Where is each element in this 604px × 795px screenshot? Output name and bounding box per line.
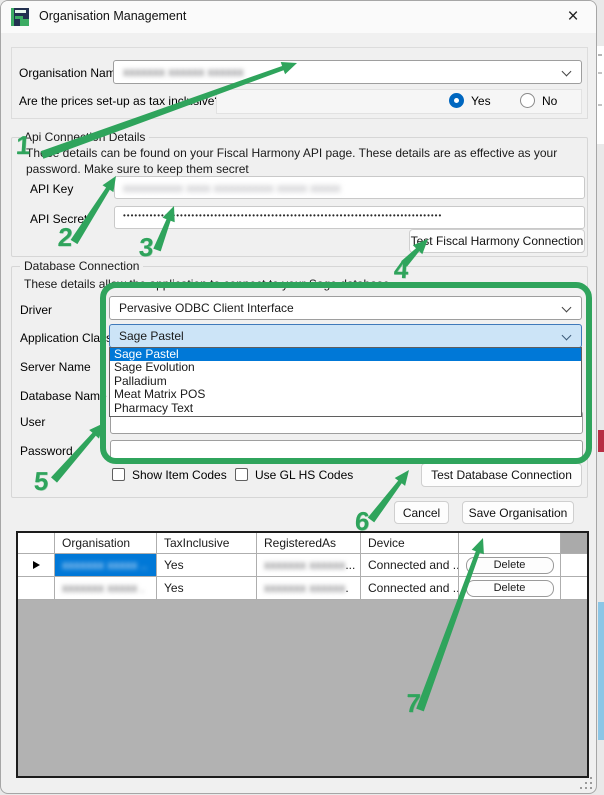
- api-secret-field[interactable]: ••••••••••••••••••••••••••••••••••••••••…: [114, 206, 585, 229]
- api-secret-dots: ••••••••••••••••••••••••••••••••••••••••…: [123, 211, 443, 220]
- blurred-text: xxxxxxx xxxxxx: [264, 558, 346, 572]
- no-radio[interactable]: [520, 93, 535, 108]
- column-header-registeredas[interactable]: RegisteredAs: [257, 533, 360, 553]
- organisation-cell[interactable]: xxxxxxx xxxxx ..: [55, 554, 156, 576]
- organisation-name-label: Organisation Name: [19, 66, 123, 80]
- background-window-sliver: [597, 46, 604, 144]
- dropdown-option[interactable]: Meat Matrix POS: [110, 387, 581, 401]
- column-header-organisation[interactable]: Organisation: [55, 533, 156, 553]
- db-group-title: Database Connection: [20, 259, 144, 273]
- test-database-connection-button[interactable]: Test Database Connection: [421, 463, 582, 487]
- dropdown-option[interactable]: Palladium: [110, 374, 581, 388]
- delete-cell: Delete: [459, 577, 560, 599]
- application-class-combobox[interactable]: Sage Pastel: [109, 324, 582, 348]
- table-empty-area: [18, 600, 587, 776]
- blurred-text: xxxxxxx xxxxx .: [62, 581, 145, 595]
- column-header-taxinclusive[interactable]: TaxInclusive: [157, 533, 256, 553]
- driver-combobox[interactable]: Pervasive ODBC Client Interface: [109, 296, 582, 320]
- password-field[interactable]: [110, 440, 583, 463]
- api-group-title: Api Connection Details: [20, 130, 150, 144]
- device-cell: Connected and ...: [361, 577, 458, 599]
- truncation-dots: ...: [345, 558, 356, 572]
- header-filler: [561, 533, 587, 553]
- truncation-dots: .: [345, 581, 349, 595]
- yes-radio-label: Yes: [471, 94, 491, 108]
- taxinclusive-cell: Yes: [157, 554, 256, 576]
- organisation-management-dialog: Organisation Management × Organisation N…: [0, 0, 597, 794]
- chevron-down-icon: [561, 302, 572, 313]
- show-item-codes-checkbox[interactable]: [112, 468, 125, 481]
- taxinclusive-cell: Yes: [157, 577, 256, 599]
- organisation-cell[interactable]: xxxxxxx xxxxx .: [55, 577, 156, 599]
- dropdown-option[interactable]: Pharmacy Text: [110, 401, 581, 415]
- delete-cell: Delete: [459, 554, 560, 576]
- api-key-field[interactable]: xxxxxxxxxx xxxx xxxxxxxxxx xxxxx xxxxx: [114, 176, 585, 199]
- registeredas-cell: xxxxxxx xxxxxx.: [257, 577, 360, 599]
- row-filler: [561, 577, 587, 599]
- close-button[interactable]: ×: [556, 4, 590, 30]
- test-fiscal-harmony-button[interactable]: Test Fiscal Harmony Connection: [409, 229, 585, 253]
- current-row-arrow-icon: [32, 561, 40, 569]
- application-class-dropdown-list: Sage Pastel Sage Evolution Palladium Mea…: [109, 347, 582, 417]
- blurred-text: xxxxxxx xxxxx ..: [62, 558, 148, 572]
- row-selector-cell[interactable]: [18, 577, 54, 599]
- organisation-name-combobox[interactable]: xxxxxxx xxxxxx xxxxxx: [113, 60, 582, 84]
- column-header-device[interactable]: Device: [361, 533, 458, 553]
- organisations-table: Organisation TaxInclusive RegisteredAs D…: [16, 531, 589, 778]
- application-class-value: Sage Pastel: [119, 329, 184, 343]
- window-title: Organisation Management: [39, 9, 187, 23]
- yes-radio[interactable]: [449, 93, 464, 108]
- api-description: These details can be found on your Fisca…: [26, 146, 558, 176]
- resize-grip[interactable]: [580, 777, 592, 789]
- no-radio-label: No: [542, 94, 558, 108]
- organisation-name-value-blurred: xxxxxxx xxxxxx xxxxxx: [123, 65, 244, 79]
- server-name-label: Server Name: [20, 360, 91, 374]
- use-gl-hs-codes-checkbox[interactable]: [235, 468, 248, 481]
- cancel-button[interactable]: Cancel: [394, 501, 449, 524]
- delete-button[interactable]: Delete: [465, 556, 554, 574]
- registeredas-cell: xxxxxxx xxxxxx...: [257, 554, 360, 576]
- row-selector-header: [18, 533, 54, 553]
- user-label: User: [20, 415, 46, 429]
- application-class-label: Application Class: [20, 331, 113, 345]
- db-description: These details allow the application to c…: [24, 277, 390, 291]
- row-selector-cell[interactable]: [18, 554, 54, 576]
- title-bar: Organisation Management ×: [1, 1, 596, 33]
- api-secret-label: API Secret: [30, 212, 88, 226]
- tax-inclusive-question: Are the prices set-up as tax inclusive?: [19, 94, 222, 108]
- api-key-value-blurred: xxxxxxxxxx xxxx xxxxxxxxxx xxxxx xxxxx: [123, 181, 341, 195]
- blurred-text: xxxxxxx xxxxxx: [264, 581, 346, 595]
- row-filler: [561, 554, 587, 576]
- driver-value: Pervasive ODBC Client Interface: [119, 301, 294, 315]
- chevron-down-icon: [561, 66, 572, 77]
- device-cell: Connected and ...: [361, 554, 458, 576]
- save-organisation-button[interactable]: Save Organisation: [462, 501, 574, 524]
- database-name-label: Database Name: [20, 389, 107, 403]
- background-window-sliver: [598, 430, 604, 452]
- dropdown-option[interactable]: Sage Evolution: [110, 361, 581, 375]
- delete-button[interactable]: Delete: [465, 579, 554, 597]
- api-key-label: API Key: [30, 182, 74, 196]
- table-header-row: Organisation TaxInclusive RegisteredAs D…: [18, 533, 587, 554]
- table-row: xxxxxxx xxxxx .. Yes xxxxxxx xxxxxx... C…: [18, 554, 587, 577]
- chevron-down-icon: [561, 330, 572, 341]
- password-label: Password: [20, 444, 73, 458]
- column-header-actions: [459, 533, 560, 553]
- show-item-codes-label: Show Item Codes: [132, 468, 227, 482]
- dropdown-option[interactable]: Sage Pastel: [110, 347, 581, 362]
- table-row: xxxxxxx xxxxx . Yes xxxxxxx xxxxxx. Conn…: [18, 577, 587, 600]
- radio-dot: [454, 98, 459, 103]
- driver-label: Driver: [20, 303, 52, 317]
- use-gl-hs-codes-label: Use GL HS Codes: [255, 468, 354, 482]
- background-window-sliver: [598, 602, 604, 740]
- api-connection-groupbox: Api Connection Details These details can…: [11, 130, 588, 257]
- app-logo-icon: [11, 8, 29, 26]
